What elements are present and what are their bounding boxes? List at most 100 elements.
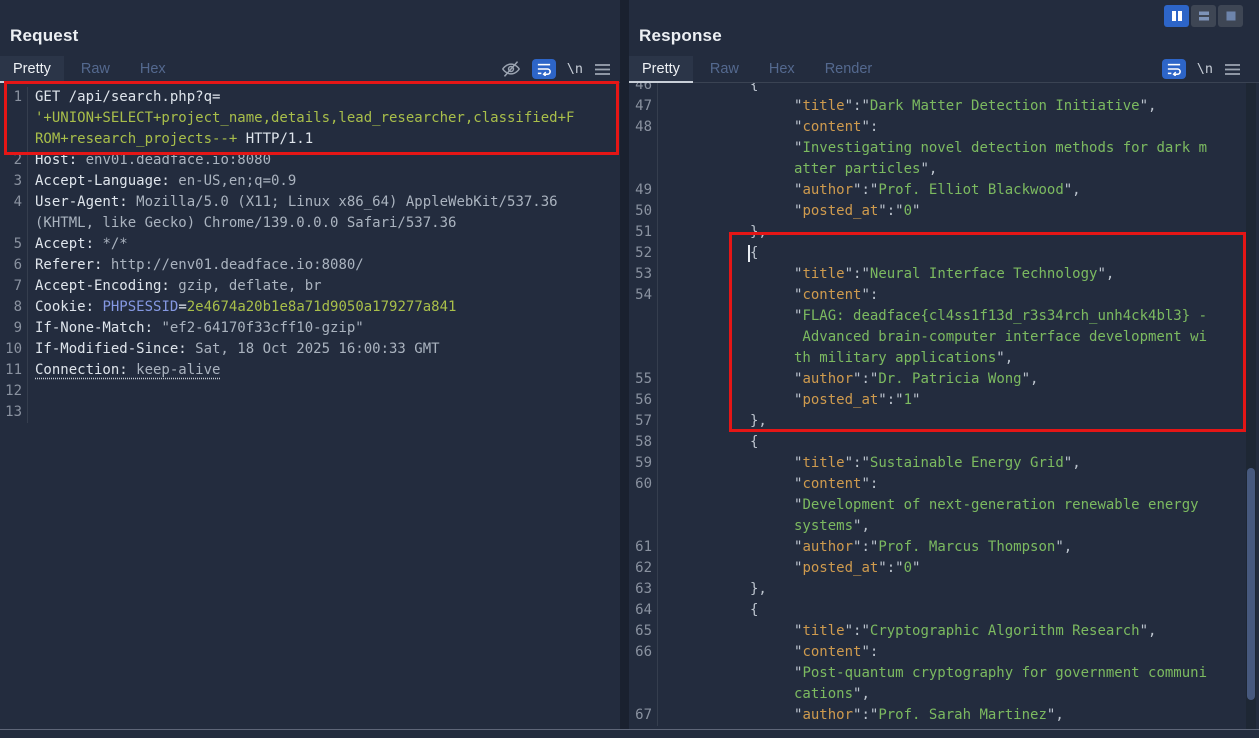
request-panel: Request PrettyRawHex bbox=[0, 0, 620, 730]
code-line: 48"content": bbox=[629, 117, 1259, 138]
line-number: 6 bbox=[0, 255, 28, 276]
code-line: 66"content": bbox=[629, 642, 1259, 663]
line-number: 61 bbox=[629, 537, 658, 558]
code-line: 13 bbox=[0, 402, 620, 423]
line-number: 56 bbox=[629, 390, 658, 411]
line-number: 10 bbox=[0, 339, 28, 360]
line-number: 1 bbox=[0, 87, 28, 108]
response-tabbar: PrettyRawHexRender \n bbox=[629, 56, 1259, 83]
line-number: 11 bbox=[0, 360, 28, 381]
request-editor-menu-button[interactable] bbox=[594, 63, 611, 76]
line-number bbox=[0, 129, 28, 150]
line-number: 63 bbox=[629, 579, 658, 600]
code-line: th military applications", bbox=[629, 348, 1259, 369]
columns-layout-icon bbox=[1171, 10, 1183, 22]
code-line: 57}, bbox=[629, 411, 1259, 432]
line-number: 52 bbox=[629, 243, 658, 264]
line-number: 57 bbox=[629, 411, 658, 432]
code-line: 47"title":"Dark Matter Detection Initiat… bbox=[629, 96, 1259, 117]
single-pane-layout-icon bbox=[1225, 10, 1237, 22]
code-line: 11Connection: keep-alive bbox=[0, 360, 620, 381]
layout-tabs-button[interactable] bbox=[1218, 5, 1243, 27]
line-number: 7 bbox=[0, 276, 28, 297]
burp-message-editor: Request PrettyRawHex bbox=[0, 0, 1259, 738]
line-number: 62 bbox=[629, 558, 658, 579]
line-number bbox=[629, 327, 658, 348]
code-line: ROM+research_projects--+ HTTP/1.1 bbox=[0, 129, 620, 150]
line-number: 48 bbox=[629, 117, 658, 138]
layout-side-by-side-button[interactable] bbox=[1164, 5, 1189, 27]
code-line: "Investigating novel detection methods f… bbox=[629, 138, 1259, 159]
code-line: 12 bbox=[0, 381, 620, 402]
line-number: 5 bbox=[0, 234, 28, 255]
code-line: "Post-quantum cryptography for governmen… bbox=[629, 663, 1259, 684]
code-line: atter particles", bbox=[629, 159, 1259, 180]
tab-raw[interactable]: Raw bbox=[697, 56, 752, 82]
line-number: 66 bbox=[629, 642, 658, 663]
code-line: 7Accept-Encoding: gzip, deflate, br bbox=[0, 276, 620, 297]
code-line: 64{ bbox=[629, 600, 1259, 621]
code-line: 65"title":"Cryptographic Algorithm Resea… bbox=[629, 621, 1259, 642]
word-wrap-toggle[interactable] bbox=[1162, 59, 1186, 79]
newline-icon: \n bbox=[567, 61, 583, 77]
line-number bbox=[629, 348, 658, 369]
tab-pretty[interactable]: Pretty bbox=[629, 56, 693, 82]
code-line: "Development of next-generation renewabl… bbox=[629, 495, 1259, 516]
line-number: 8 bbox=[0, 297, 28, 318]
code-line: 3Accept-Language: en-US,en;q=0.9 bbox=[0, 171, 620, 192]
show-newlines-toggle[interactable]: \n bbox=[567, 61, 583, 77]
show-newlines-toggle[interactable]: \n bbox=[1197, 61, 1213, 77]
tab-hex[interactable]: Hex bbox=[756, 56, 808, 82]
line-number bbox=[629, 516, 658, 537]
layout-stacked-button[interactable] bbox=[1191, 5, 1216, 27]
code-line: "FLAG: deadface{cl4ss1f13d_r3s34rch_unh4… bbox=[629, 306, 1259, 327]
line-number: 3 bbox=[0, 171, 28, 192]
code-line: 61"author":"Prof. Marcus Thompson", bbox=[629, 537, 1259, 558]
text-cursor bbox=[748, 245, 750, 262]
code-line: 8Cookie: PHPSESSID=2e4674a20b1e8a71d9050… bbox=[0, 297, 620, 318]
tab-hex[interactable]: Hex bbox=[127, 56, 179, 82]
panel-splitter[interactable] bbox=[620, 0, 629, 730]
code-line: 51}, bbox=[629, 222, 1259, 243]
code-line: 4User-Agent: Mozilla/5.0 (X11; Linux x86… bbox=[0, 192, 620, 213]
request-editor[interactable]: 1GET /api/search.php?q='+UNION+SELECT+pr… bbox=[0, 83, 620, 730]
code-line: systems", bbox=[629, 516, 1259, 537]
newline-icon: \n bbox=[1197, 61, 1213, 77]
response-editor-menu-button[interactable] bbox=[1224, 63, 1241, 76]
code-line: 6Referer: http://env01.deadface.io:8080/ bbox=[0, 255, 620, 276]
line-number: 47 bbox=[629, 96, 658, 117]
code-line: '+UNION+SELECT+project_name,details,lead… bbox=[0, 108, 620, 129]
word-wrap-toggle[interactable] bbox=[532, 59, 556, 79]
code-line: 52{ bbox=[629, 243, 1259, 264]
line-number bbox=[629, 306, 658, 327]
line-number: 4 bbox=[0, 192, 28, 213]
response-title: Response bbox=[639, 26, 722, 46]
code-line: 55"author":"Dr. Patricia Wong", bbox=[629, 369, 1259, 390]
line-number: 59 bbox=[629, 453, 658, 474]
line-number: 55 bbox=[629, 369, 658, 390]
eye-off-toggle[interactable] bbox=[501, 60, 521, 78]
line-number: 12 bbox=[0, 381, 28, 402]
line-number: 67 bbox=[629, 705, 658, 726]
line-number: 53 bbox=[629, 264, 658, 285]
code-line: 60"content": bbox=[629, 474, 1259, 495]
line-number bbox=[629, 495, 658, 516]
line-number: 13 bbox=[0, 402, 28, 423]
code-line: 49"author":"Prof. Elliot Blackwood", bbox=[629, 180, 1259, 201]
code-line: 53"title":"Neural Interface Technology", bbox=[629, 264, 1259, 285]
code-line: 63}, bbox=[629, 579, 1259, 600]
line-number: 49 bbox=[629, 180, 658, 201]
line-number: 2 bbox=[0, 150, 28, 171]
response-editor[interactable]: 46{47"title":"Dark Matter Detection Init… bbox=[629, 83, 1259, 730]
tab-pretty[interactable]: Pretty bbox=[0, 56, 64, 82]
line-number: 50 bbox=[629, 201, 658, 222]
tab-render[interactable]: Render bbox=[812, 56, 886, 82]
code-line: cations", bbox=[629, 684, 1259, 705]
request-title: Request bbox=[10, 26, 78, 46]
code-line: 50"posted_at":"0" bbox=[629, 201, 1259, 222]
code-line: 59"title":"Sustainable Energy Grid", bbox=[629, 453, 1259, 474]
response-scrollbar-thumb[interactable] bbox=[1247, 468, 1255, 700]
line-number bbox=[629, 159, 658, 180]
code-line: (KHTML, like Gecko) Chrome/139.0.0.0 Saf… bbox=[0, 213, 620, 234]
tab-raw[interactable]: Raw bbox=[68, 56, 123, 82]
